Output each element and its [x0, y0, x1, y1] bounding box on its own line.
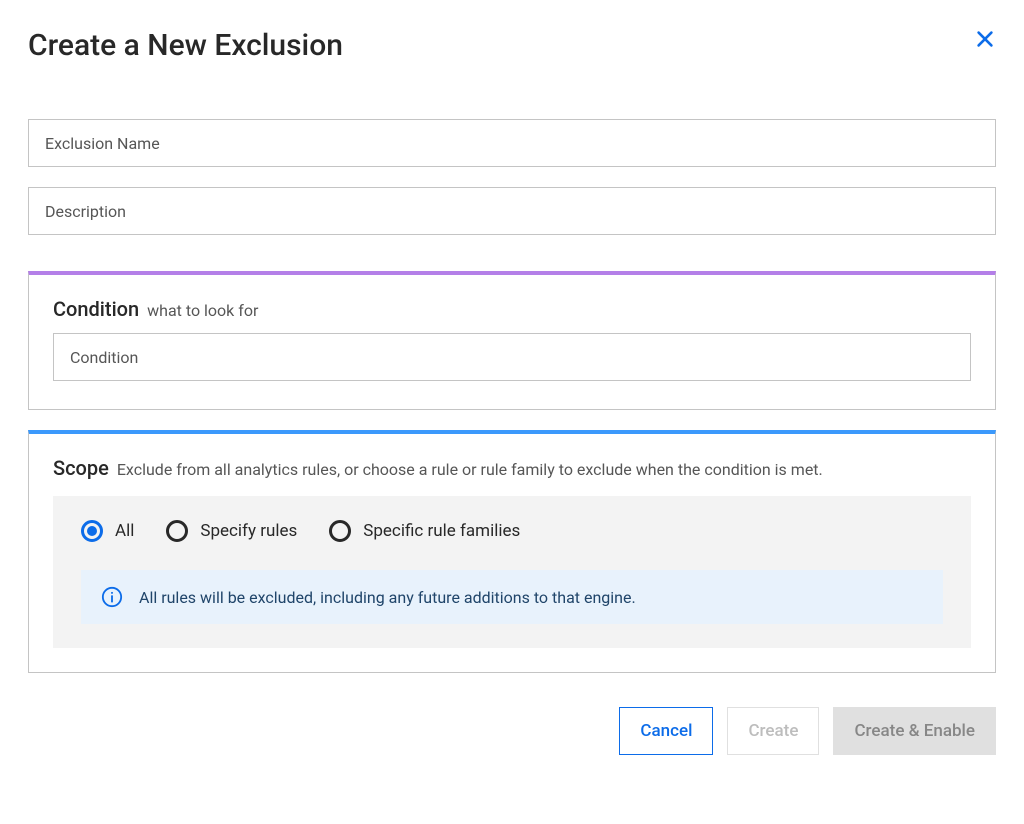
- scope-body: All Specify rules Specific rule families: [53, 496, 971, 648]
- scope-radio-specify-rules[interactable]: Specify rules: [166, 520, 297, 542]
- scope-radio-group: All Specify rules Specific rule families: [81, 520, 943, 542]
- scope-info-text: All rules will be excluded, including an…: [139, 588, 636, 607]
- condition-hint: what to look for: [147, 301, 258, 320]
- dialog-title: Create a New Exclusion: [28, 28, 343, 63]
- radio-label: Specific rule families: [363, 521, 520, 541]
- radio-label: Specify rules: [200, 521, 297, 541]
- create-button[interactable]: Create: [727, 707, 819, 755]
- condition-input[interactable]: [53, 333, 971, 381]
- radio-label: All: [115, 521, 134, 541]
- info-icon: [101, 586, 123, 608]
- radio-icon: [329, 520, 351, 542]
- condition-panel: Condition what to look for: [28, 271, 996, 410]
- form-body: Condition what to look for Scope Exclude…: [28, 119, 996, 755]
- scope-panel: Scope Exclude from all analytics rules, …: [28, 430, 996, 673]
- scope-heading: Scope Exclude from all analytics rules, …: [53, 456, 971, 480]
- scope-radio-all[interactable]: All: [81, 520, 134, 542]
- description-input[interactable]: [28, 187, 996, 235]
- close-icon[interactable]: [974, 28, 996, 54]
- scope-label: Scope: [53, 456, 109, 480]
- dialog-footer: Cancel Create Create & Enable: [28, 707, 996, 755]
- radio-icon: [81, 520, 103, 542]
- condition-label: Condition: [53, 297, 139, 321]
- exclusion-name-input[interactable]: [28, 119, 996, 167]
- condition-heading: Condition what to look for: [53, 297, 971, 321]
- create-enable-button[interactable]: Create & Enable: [833, 707, 996, 755]
- scope-radio-specific-families[interactable]: Specific rule families: [329, 520, 520, 542]
- scope-hint: Exclude from all analytics rules, or cho…: [117, 460, 823, 479]
- cancel-button[interactable]: Cancel: [619, 707, 713, 755]
- dialog-header: Create a New Exclusion: [28, 28, 996, 63]
- scope-info-banner: All rules will be excluded, including an…: [81, 570, 943, 624]
- radio-icon: [166, 520, 188, 542]
- create-exclusion-dialog: Create a New Exclusion Condition what to…: [0, 0, 1024, 783]
